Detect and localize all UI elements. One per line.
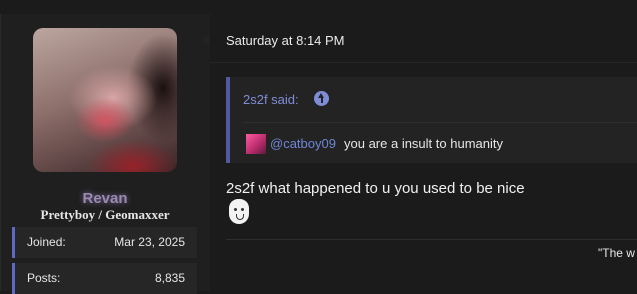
quote-text: you are a insult to humanity bbox=[344, 136, 503, 151]
message-text: 2s2f what happened to u you used to be n… bbox=[226, 180, 525, 197]
quote-author[interactable]: 2s2f said: bbox=[243, 92, 299, 107]
mention-avatar bbox=[246, 134, 266, 154]
user-title: Prettyboy / Geomaxxer bbox=[40, 207, 170, 222]
stat-value: Mar 23, 2025 bbox=[114, 235, 185, 249]
top-bar bbox=[0, 0, 637, 15]
post-arrow bbox=[200, 33, 210, 47]
user-sidebar: Revan Prettyboy / Geomaxxer Joined: Mar … bbox=[0, 14, 210, 294]
stat-label: Joined: bbox=[27, 235, 66, 249]
username-link[interactable]: Revan bbox=[0, 190, 210, 207]
emoji-eye bbox=[241, 208, 244, 211]
quote-divider bbox=[243, 122, 637, 123]
header-divider bbox=[210, 62, 637, 63]
signature-text: "The w bbox=[598, 246, 635, 260]
stat-joined: Joined: Mar 23, 2025 bbox=[12, 227, 197, 258]
stat-value: 8,835 bbox=[154, 271, 185, 285]
stat-posts: Posts: 8,835 bbox=[12, 263, 197, 294]
stat-label: Posts: bbox=[27, 271, 61, 285]
post-timestamp[interactable]: Saturday at 8:14 PM bbox=[226, 33, 345, 48]
quote-block: 2s2f said: @catboy09 you are a insult to… bbox=[226, 77, 637, 163]
jump-to-quote-icon[interactable] bbox=[314, 91, 329, 106]
crying-face-emoji-icon bbox=[229, 199, 249, 224]
mention-link[interactable]: @catboy09 bbox=[270, 136, 336, 151]
signature-divider bbox=[226, 239, 637, 240]
emoji-mouth bbox=[236, 214, 244, 220]
user-avatar[interactable] bbox=[33, 28, 177, 172]
emoji-eye bbox=[234, 208, 237, 211]
